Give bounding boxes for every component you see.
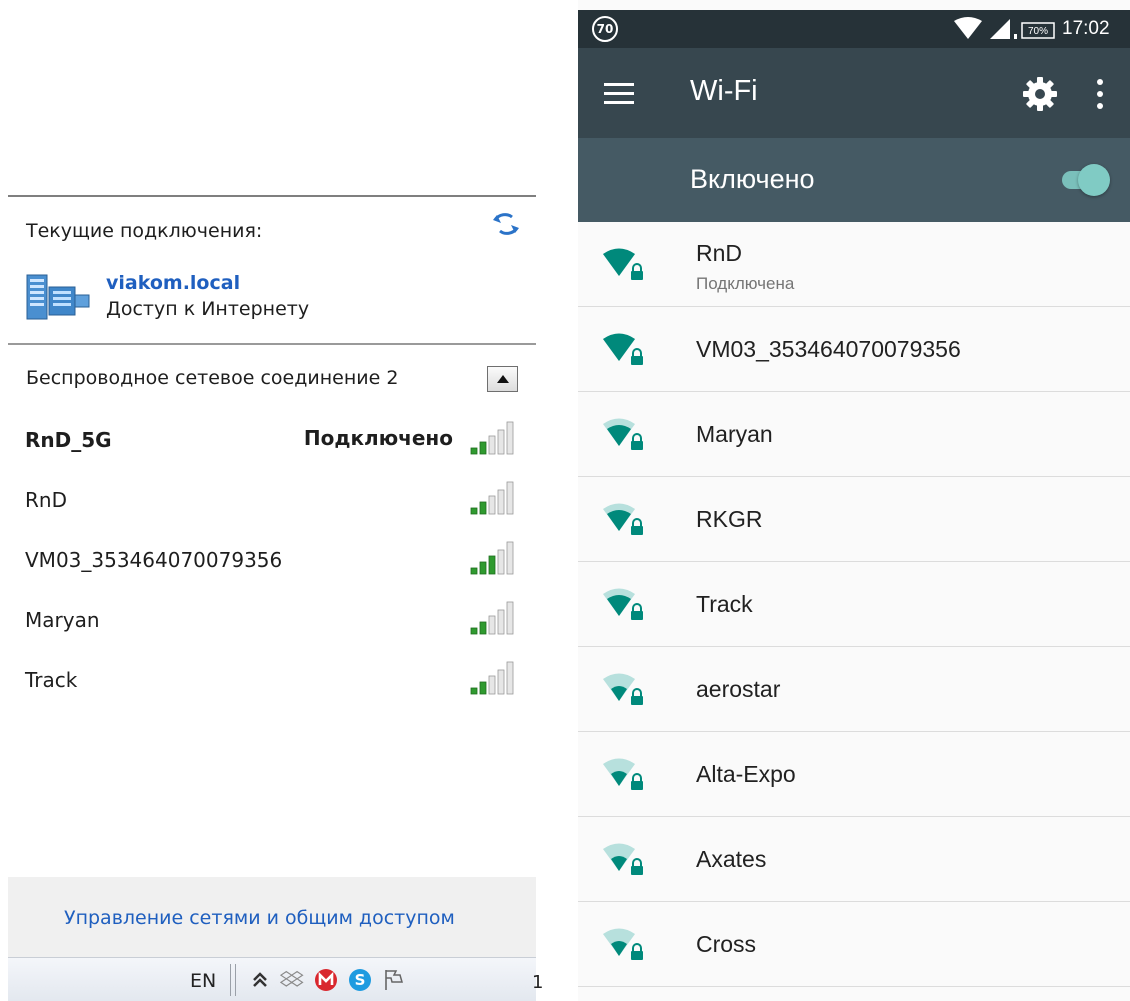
- toggle-thumb: [1078, 164, 1110, 196]
- wireless-network-ssid: Maryan: [25, 608, 100, 632]
- wifi-network-name: Track: [696, 591, 753, 617]
- wifi-network-item[interactable]: Alta-Expo: [578, 732, 1130, 817]
- battery-icon: 70%: [1021, 22, 1055, 39]
- wireless-network-row[interactable]: Maryan: [0, 600, 537, 640]
- wifi-network-name: VM03_353464070079356: [696, 336, 961, 362]
- wifi-network-item[interactable]: Axates: [578, 817, 1130, 902]
- signal-strength-icon: [470, 481, 514, 515]
- signal-strength-icon: [470, 421, 514, 455]
- mega-icon[interactable]: [314, 968, 338, 992]
- more-options-icon[interactable]: [1090, 76, 1110, 112]
- network-access-status: Доступ к Интернету: [106, 298, 310, 320]
- wifi-lock-icon: [603, 588, 643, 620]
- toolbar-title: Wi-Fi: [690, 75, 758, 107]
- tray-separator: [230, 964, 236, 996]
- svg-text:S: S: [355, 971, 366, 989]
- signal-strength-icon: [470, 541, 514, 575]
- wifi-network-item[interactable]: VM03_353464070079356: [578, 307, 1130, 392]
- wifi-network-name: aerostar: [696, 676, 781, 702]
- taskbar-clock[interactable]: 1: [532, 972, 543, 993]
- wifi-network-item[interactable]: Track: [578, 562, 1130, 647]
- divider: [8, 195, 536, 197]
- taskbar-tray: EN S 1: [8, 957, 543, 1001]
- wifi-network-name: RnD: [696, 240, 743, 266]
- wifi-lock-icon: [603, 758, 643, 790]
- wifi-network-item[interactable]: aerostar: [578, 647, 1130, 732]
- wifi-lock-icon: [603, 843, 643, 875]
- wifi-switch-label: Включено: [690, 164, 815, 194]
- cellular-signal-icon: [990, 19, 1010, 39]
- connection-status: Подключено: [303, 426, 453, 450]
- wifi-status-icon: [954, 17, 982, 39]
- android-wifi-settings: 70 70% 17:02 Wi-Fi Включено RnD Подключе…: [578, 0, 1130, 1001]
- wifi-network-status: Подключена: [696, 274, 795, 293]
- wifi-lock-icon: [603, 248, 643, 280]
- wifi-network-name: RKGR: [696, 506, 763, 532]
- wifi-network-item[interactable]: Cross: [578, 902, 1130, 987]
- status-icons: 70%: [954, 17, 1055, 39]
- hamburger-menu-icon[interactable]: [604, 80, 634, 106]
- flyout-footer: Управление сетями и общим доступом: [8, 877, 536, 957]
- wifi-lock-icon: [603, 503, 643, 535]
- wireless-network-ssid: VM03_353464070079356: [25, 548, 283, 572]
- wifi-network-name: Cross: [696, 931, 757, 957]
- collapse-button[interactable]: [487, 366, 518, 392]
- action-center-flag-icon[interactable]: [382, 968, 406, 992]
- wireless-network-row[interactable]: RnD: [0, 480, 537, 520]
- wifi-network-item[interactable]: RKGR: [578, 477, 1130, 562]
- signal-strength-icon: [470, 661, 514, 695]
- network-server-icon: [26, 274, 90, 320]
- wifi-network-name: Maryan: [696, 421, 773, 447]
- language-indicator[interactable]: EN: [190, 970, 216, 992]
- current-connections-label: Текущие подключения:: [26, 220, 263, 242]
- wifi-lock-icon: [603, 673, 643, 705]
- refresh-icon[interactable]: [491, 210, 521, 238]
- status-bar: 70 70% 17:02: [578, 10, 1130, 48]
- skype-icon[interactable]: S: [348, 968, 372, 992]
- svg-text:70%: 70%: [1028, 26, 1048, 37]
- status-time: 17:02: [1062, 18, 1110, 39]
- wifi-network-name: Alta-Expo: [696, 761, 796, 787]
- wireless-network-ssid: RnD_5G: [25, 428, 112, 452]
- wireless-network-row[interactable]: RnD_5G Подключено: [0, 420, 537, 460]
- windows-network-flyout: Текущие подключения: viakom.local Доступ…: [0, 0, 543, 1001]
- divider: [8, 343, 536, 345]
- show-hidden-icons-icon[interactable]: [248, 968, 272, 992]
- wifi-network-name: Axates: [696, 846, 767, 872]
- network-name-link[interactable]: viakom.local: [106, 272, 240, 294]
- wireless-network-ssid: RnD: [25, 488, 67, 512]
- signal-strength-icon: [470, 601, 514, 635]
- wifi-lock-icon: [603, 928, 643, 960]
- wifi-toggle-switch[interactable]: [1060, 164, 1110, 196]
- wifi-lock-icon: [603, 418, 643, 450]
- app-toolbar: Wi-Fi: [578, 48, 1130, 138]
- triangle-up-icon: [496, 375, 509, 383]
- gear-icon[interactable]: [1022, 76, 1058, 112]
- wireless-section-title: Беспроводное сетевое соединение 2: [26, 367, 399, 389]
- wireless-network-row[interactable]: VM03_353464070079356: [0, 540, 537, 580]
- notification-badge: 70: [592, 16, 618, 42]
- dropbox-icon[interactable]: [280, 968, 304, 992]
- network-sharing-center-link[interactable]: Управление сетями и общим доступом: [64, 907, 455, 929]
- wifi-network-item[interactable]: Maryan: [578, 392, 1130, 477]
- wireless-network-row[interactable]: Track: [0, 660, 537, 700]
- wifi-lock-icon: [603, 333, 643, 365]
- wifi-network-item[interactable]: RnD Подключена: [578, 222, 1130, 307]
- wifi-switch-bar: Включено: [578, 138, 1130, 222]
- wireless-network-ssid: Track: [25, 668, 78, 692]
